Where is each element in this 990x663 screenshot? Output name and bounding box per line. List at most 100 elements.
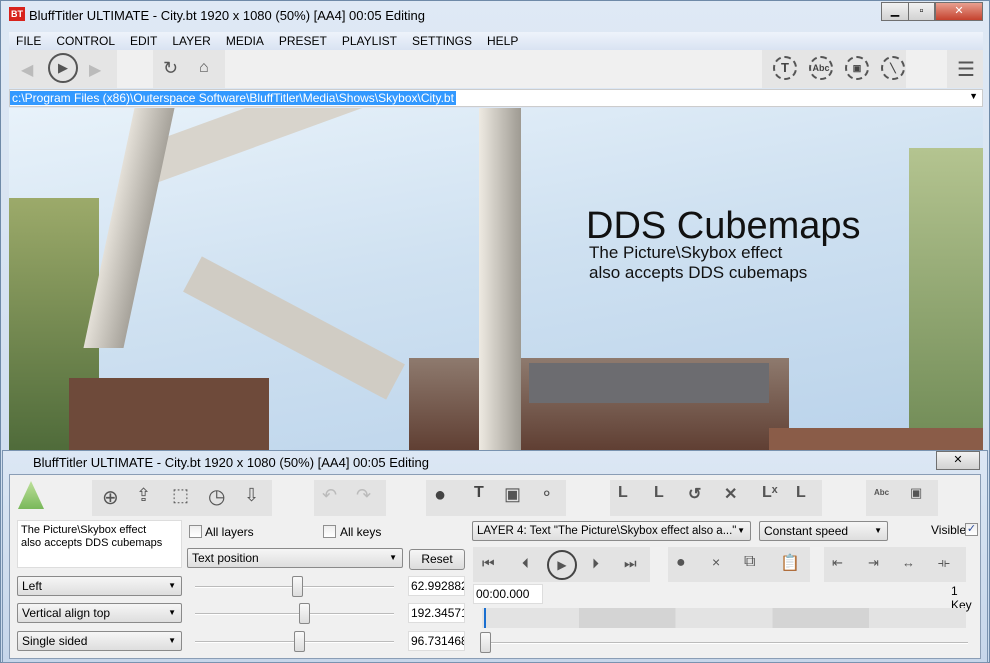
select-icon[interactable]: ⬚ <box>172 485 189 506</box>
layer-select[interactable]: LAYER 4: Text "The Picture\Skybox effect… <box>472 521 751 541</box>
split-icon[interactable]: ⟛ <box>938 555 950 571</box>
menu-edit[interactable]: EDIT <box>123 32 165 50</box>
back-icon[interactable]: ◀ <box>21 60 33 80</box>
add-layer-icon[interactable]: ⊕ <box>102 485 119 510</box>
text-content-input[interactable]: The Picture\Skybox effect also accepts D… <box>17 520 182 568</box>
slider-thumb[interactable] <box>294 631 305 652</box>
visible-checkbox[interactable]: ✓ <box>965 523 978 536</box>
menu-file[interactable]: FILE <box>9 32 49 50</box>
close-button[interactable]: ✕ <box>935 2 983 21</box>
preview-subtitle: The Picture\Skybox effect also accepts D… <box>589 243 808 282</box>
play-icon[interactable]: ▶ <box>547 550 577 580</box>
minimize-button[interactable]: ▁ <box>881 2 909 21</box>
align-select[interactable]: Left <box>17 576 182 596</box>
redo-icon[interactable]: ↷ <box>356 485 371 506</box>
bridge-post <box>479 108 521 451</box>
window-title: BluffTitler ULTIMATE - City.bt 1920 x 10… <box>29 8 425 23</box>
menu-bar: FILE CONTROL EDIT LAYER MEDIA PRESET PLA… <box>9 32 983 50</box>
menu-icon[interactable]: ☰ <box>957 57 975 82</box>
all-keys-checkbox[interactable] <box>323 525 336 538</box>
panel-close-button[interactable]: ✕ <box>936 451 980 470</box>
line-icon[interactable]: ╲ <box>881 56 905 80</box>
visible-label: Visible <box>931 523 967 537</box>
slider-thumb[interactable] <box>299 603 310 624</box>
shape-icon[interactable]: ● <box>434 484 446 507</box>
value-input[interactable]: 62.992882 <box>408 576 465 596</box>
undo-icon[interactable]: ↶ <box>322 485 337 506</box>
menu-settings[interactable]: SETTINGS <box>405 32 480 50</box>
toolbar: ◀ ▶ ▶ ↻ ⌂ T Abc ▣ ╲ ☰ <box>9 50 983 88</box>
all-layers-label: All layers <box>205 525 254 539</box>
time-slider-thumb[interactable] <box>480 632 491 653</box>
menu-preset[interactable]: PRESET <box>272 32 335 50</box>
last-frame-icon[interactable]: ⏭ <box>624 555 637 572</box>
expand-text-icon[interactable]: Abc <box>874 488 889 497</box>
open-icon[interactable]: ⇪ <box>136 485 151 506</box>
app-logo: BT <box>9 7 25 21</box>
key-loop-icon[interactable]: ↺ <box>688 484 701 504</box>
copy-icon[interactable]: ⧉ <box>744 553 755 571</box>
panel-body: ⊕ ⇪ ⬚ ◷ ⇩ ↶ ↷ ● T ▣ ⚬ L L ↺ ✕ Lˣ L Abc ▣… <box>9 474 981 659</box>
dropdown-arrow-icon[interactable]: ▼ <box>969 91 978 101</box>
property-select[interactable]: Text position <box>187 548 403 568</box>
preview-viewport[interactable]: DDS Cubemaps The Picture\Skybox effect a… <box>9 108 983 451</box>
first-frame-icon[interactable]: ⏮ <box>482 555 495 572</box>
home-icon[interactable]: ⌂ <box>199 59 209 77</box>
speed-select[interactable]: Constant speed <box>759 521 888 541</box>
file-path-text: c:\Program Files (x86)\Outerspace Softwa… <box>10 91 456 105</box>
file-path-input[interactable]: c:\Program Files (x86)\Outerspace Softwa… <box>9 89 983 107</box>
key-merge-icon[interactable]: ✕ <box>724 484 737 504</box>
building <box>769 428 983 451</box>
prev-key-icon[interactable]: ⏴ <box>522 555 529 572</box>
key-icon[interactable]: L <box>618 484 628 502</box>
playhead[interactable] <box>484 608 486 628</box>
import-icon[interactable]: ⇩ <box>244 485 259 506</box>
roof <box>529 363 769 403</box>
reset-button[interactable]: Reset <box>409 549 465 570</box>
next-key-icon[interactable]: ⏵ <box>592 555 599 572</box>
all-keys-label: All keys <box>340 525 382 539</box>
play-icon[interactable]: ▶ <box>48 53 78 83</box>
menu-layer[interactable]: LAYER <box>165 32 218 50</box>
paste-icon[interactable]: 📋 <box>780 553 800 573</box>
stretch-icon[interactable]: ↔ <box>902 555 915 570</box>
image-icon[interactable]: ▣ <box>504 484 521 505</box>
timeline[interactable] <box>482 608 966 628</box>
delete-key-icon[interactable]: × <box>712 554 720 570</box>
text-icon[interactable]: T <box>474 484 484 502</box>
key-smooth-icon[interactable]: L <box>654 484 664 502</box>
key-delete-icon[interactable]: Lˣ <box>762 484 778 502</box>
building <box>69 378 269 451</box>
slider-thumb[interactable] <box>292 576 303 597</box>
value-input[interactable]: 96.731468 <box>408 631 465 651</box>
expand-image-icon[interactable]: ▣ <box>910 485 922 501</box>
picture-icon[interactable]: ▣ <box>845 56 869 80</box>
align-end-icon[interactable]: ⇥ <box>868 555 879 571</box>
preview-title: DDS Cubemaps <box>586 205 861 247</box>
menu-media[interactable]: MEDIA <box>219 32 272 50</box>
vertical-align-select[interactable]: Vertical align top <box>17 603 182 623</box>
sided-select[interactable]: Single sided <box>17 631 182 651</box>
align-start-icon[interactable]: ⇤ <box>832 555 843 571</box>
particles-icon[interactable]: ⚬ <box>540 484 553 504</box>
tree-right <box>909 148 983 451</box>
forward-icon[interactable]: ▶ <box>89 60 101 80</box>
text-layer-icon[interactable]: T <box>773 56 797 80</box>
time-slider-track[interactable] <box>488 642 968 644</box>
slider-track[interactable] <box>195 613 394 615</box>
refresh-icon[interactable]: ↻ <box>163 58 178 79</box>
all-layers-checkbox[interactable] <box>189 525 202 538</box>
menu-playlist[interactable]: PLAYLIST <box>335 32 405 50</box>
clock-icon[interactable]: ◷ <box>208 484 225 509</box>
bridge-beam <box>132 108 503 187</box>
panel-title: BluffTitler ULTIMATE - City.bt 1920 x 10… <box>33 455 429 470</box>
key-split-icon[interactable]: L <box>796 484 806 502</box>
maximize-button[interactable]: ▫ <box>908 2 935 21</box>
menu-control[interactable]: CONTROL <box>49 32 123 50</box>
app-mascot-icon <box>18 481 44 509</box>
menu-help[interactable]: HELP <box>480 32 526 50</box>
record-key-icon[interactable]: ● <box>676 554 686 572</box>
time-input[interactable]: 00:00.000 <box>473 584 543 604</box>
abc-icon[interactable]: Abc <box>809 56 833 80</box>
value-input[interactable]: 192.34571 <box>408 603 465 623</box>
